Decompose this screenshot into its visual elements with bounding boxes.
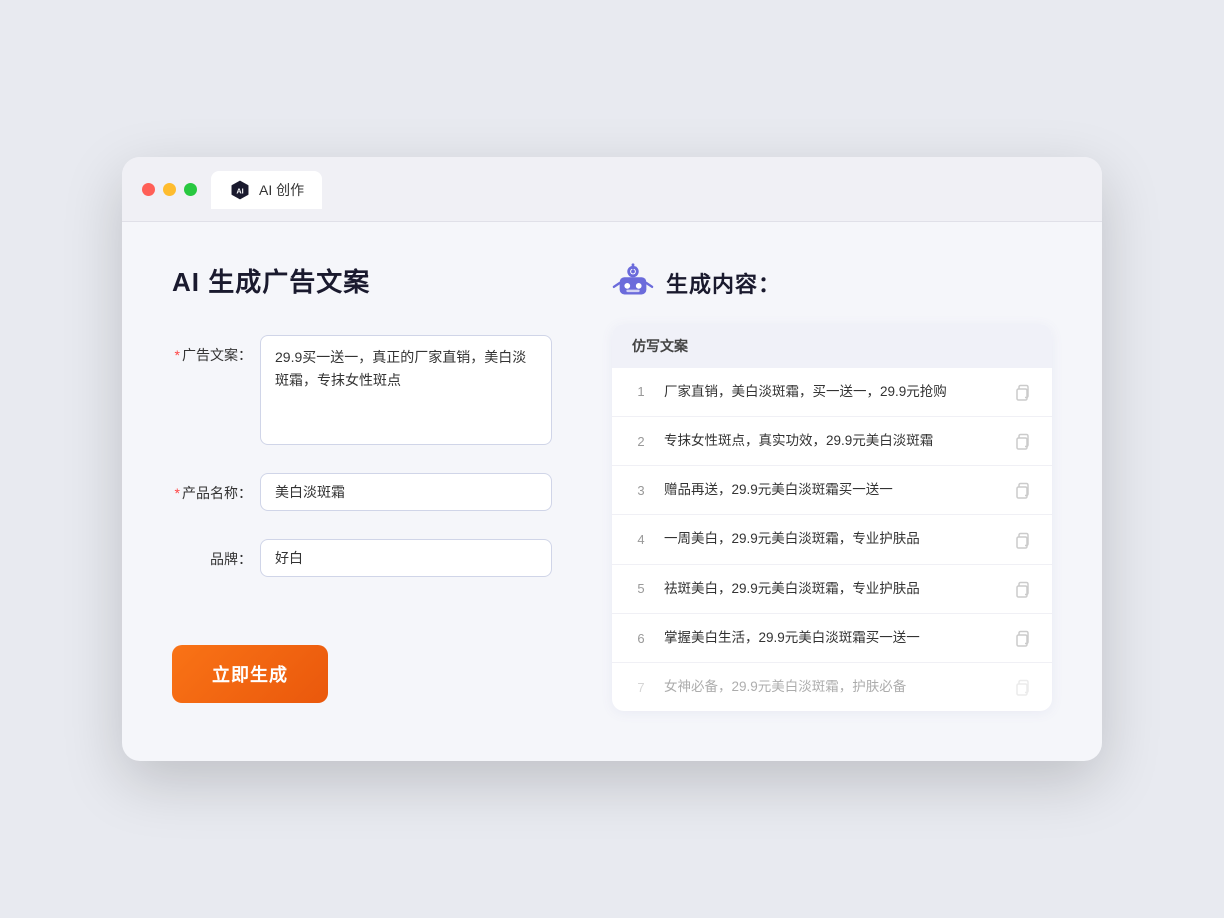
close-button[interactable] bbox=[142, 183, 155, 196]
left-panel: AI 生成广告文案 *广告文案： 29.9买一送一，真正的厂家直销，美白淡斑霜，… bbox=[172, 262, 552, 712]
result-row-faded: 7 女神必备，29.9元美白淡斑霜，护肤必备 bbox=[612, 663, 1052, 711]
result-text: 厂家直销，美白淡斑霜，买一送一，29.9元抢购 bbox=[664, 382, 998, 402]
titlebar: AI AI 创作 bbox=[122, 157, 1102, 222]
robot-icon bbox=[612, 262, 654, 304]
right-title: 生成内容： bbox=[666, 267, 781, 299]
copy-icon[interactable] bbox=[1012, 480, 1032, 500]
copy-icon[interactable] bbox=[1012, 677, 1032, 697]
result-num: 2 bbox=[632, 434, 650, 449]
result-row: 5 祛斑美白，29.9元美白淡斑霜，专业护肤品 bbox=[612, 565, 1052, 614]
product-name-group: *产品名称： bbox=[172, 473, 552, 511]
result-text: 祛斑美白，29.9元美白淡斑霜，专业护肤品 bbox=[664, 579, 998, 599]
result-text: 一周美白，29.9元美白淡斑霜，专业护肤品 bbox=[664, 529, 998, 549]
product-name-required: * bbox=[175, 485, 180, 501]
copy-icon[interactable] bbox=[1012, 530, 1032, 550]
result-text: 专抹女性斑点，真实功效，29.9元美白淡斑霜 bbox=[664, 431, 998, 451]
result-text: 掌握美白生活，29.9元美白淡斑霜买一送一 bbox=[664, 628, 998, 648]
result-num: 4 bbox=[632, 532, 650, 547]
copy-icon[interactable] bbox=[1012, 579, 1032, 599]
result-row: 1 厂家直销，美白淡斑霜，买一送一，29.9元抢购 bbox=[612, 368, 1052, 417]
brand-label: 品牌： bbox=[172, 539, 252, 569]
result-row: 6 掌握美白生活，29.9元美白淡斑霜买一送一 bbox=[612, 614, 1052, 663]
brand-input[interactable] bbox=[260, 539, 552, 577]
tab-label: AI 创作 bbox=[259, 180, 304, 200]
svg-text:AI: AI bbox=[236, 186, 243, 195]
maximize-button[interactable] bbox=[184, 183, 197, 196]
traffic-lights bbox=[142, 183, 197, 196]
ad-copy-label: *广告文案： bbox=[172, 335, 252, 365]
ai-tab[interactable]: AI AI 创作 bbox=[211, 171, 322, 209]
browser-content: AI 生成广告文案 *广告文案： 29.9买一送一，真正的厂家直销，美白淡斑霜，… bbox=[122, 222, 1102, 762]
result-num: 7 bbox=[632, 680, 650, 695]
right-panel: 生成内容： 仿写文案 1 厂家直销，美白淡斑霜，买一送一，29.9元抢购 2 专… bbox=[612, 262, 1052, 712]
result-table-header: 仿写文案 bbox=[612, 324, 1052, 368]
result-num: 1 bbox=[632, 384, 650, 399]
browser-window: AI AI 创作 AI 生成广告文案 *广告文案： 29.9买一送一，真正的厂家… bbox=[122, 157, 1102, 762]
page-title: AI 生成广告文案 bbox=[172, 262, 552, 299]
ad-copy-group: *广告文案： 29.9买一送一，真正的厂家直销，美白淡斑霜，专抹女性斑点 bbox=[172, 335, 552, 445]
ad-copy-input[interactable]: 29.9买一送一，真正的厂家直销，美白淡斑霜，专抹女性斑点 bbox=[260, 335, 552, 445]
copy-icon[interactable] bbox=[1012, 628, 1032, 648]
result-row: 4 一周美白，29.9元美白淡斑霜，专业护肤品 bbox=[612, 515, 1052, 564]
copy-icon[interactable] bbox=[1012, 431, 1032, 451]
result-num: 6 bbox=[632, 631, 650, 646]
copy-icon[interactable] bbox=[1012, 382, 1032, 402]
brand-group: 品牌： bbox=[172, 539, 552, 577]
result-text: 女神必备，29.9元美白淡斑霜，护肤必备 bbox=[664, 677, 998, 697]
product-name-label: *产品名称： bbox=[172, 473, 252, 503]
result-text: 赠品再送，29.9元美白淡斑霜买一送一 bbox=[664, 480, 998, 500]
result-table: 仿写文案 1 厂家直销，美白淡斑霜，买一送一，29.9元抢购 2 专抹女性斑点，… bbox=[612, 324, 1052, 712]
result-row: 3 赠品再送，29.9元美白淡斑霜买一送一 bbox=[612, 466, 1052, 515]
product-name-input[interactable] bbox=[260, 473, 552, 511]
generate-button[interactable]: 立即生成 bbox=[172, 645, 328, 703]
ai-tab-icon: AI bbox=[229, 179, 251, 201]
ad-copy-required: * bbox=[175, 347, 180, 363]
result-num: 5 bbox=[632, 581, 650, 596]
result-row: 2 专抹女性斑点，真实功效，29.9元美白淡斑霜 bbox=[612, 417, 1052, 466]
result-num: 3 bbox=[632, 483, 650, 498]
minimize-button[interactable] bbox=[163, 183, 176, 196]
right-header: 生成内容： bbox=[612, 262, 1052, 304]
